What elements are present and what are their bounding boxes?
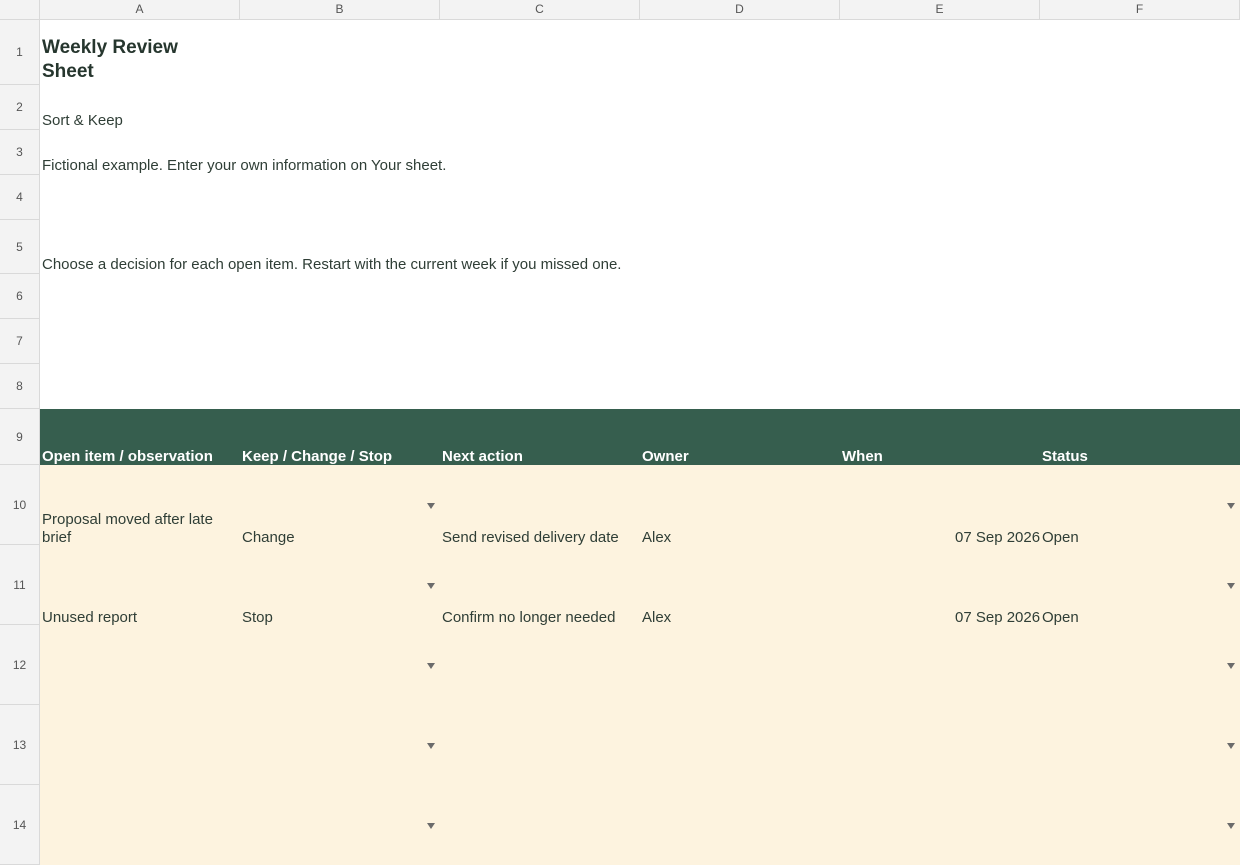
column-header-b[interactable]: B: [240, 0, 440, 20]
header-next-action[interactable]: Next action: [442, 448, 523, 465]
when-cell-row-1[interactable]: 07 Sep 2026: [955, 529, 1040, 547]
status-dropdown-chevron-down-icon[interactable]: [1227, 743, 1235, 749]
row-header-4[interactable]: 4: [0, 175, 40, 220]
header-open-item[interactable]: Open item / observation: [42, 448, 213, 465]
status-dropdown-chevron-down-icon[interactable]: [1227, 503, 1235, 509]
decision-cell-row-2[interactable]: Stop: [242, 609, 273, 627]
column-header-d[interactable]: D: [640, 0, 840, 20]
row-header-6[interactable]: 6: [0, 274, 40, 319]
row-header-11[interactable]: 11: [0, 545, 40, 625]
select-all-corner[interactable]: [0, 0, 40, 20]
row-header-14[interactable]: 14: [0, 785, 40, 865]
status-dropdown-chevron-down-icon[interactable]: [1227, 583, 1235, 589]
row-header-1[interactable]: 1: [0, 20, 40, 85]
note-cell[interactable]: Fictional example. Enter your own inform…: [40, 157, 446, 174]
owner-cell-row-2[interactable]: Alex: [642, 609, 671, 627]
sheet-title-line-1: Weekly Review: [42, 37, 178, 58]
when-cell-row-2[interactable]: 07 Sep 2026: [955, 609, 1040, 627]
status-dropdown-chevron-down-icon[interactable]: [1227, 663, 1235, 669]
row-header-3[interactable]: 3: [0, 130, 40, 175]
item-cell-row-1[interactable]: Proposal moved after late brief: [42, 511, 213, 547]
subtitle-cell[interactable]: Sort & Keep: [40, 112, 123, 129]
row-header-10[interactable]: 10: [0, 465, 40, 545]
decision-dropdown-chevron-down-icon[interactable]: [427, 823, 435, 829]
row-header-8[interactable]: 8: [0, 364, 40, 409]
column-header-a[interactable]: A: [40, 0, 240, 20]
column-header-e[interactable]: E: [840, 0, 1040, 20]
decision-dropdown-chevron-down-icon[interactable]: [427, 663, 435, 669]
row-header-2[interactable]: 2: [0, 85, 40, 130]
header-status[interactable]: Status: [1042, 448, 1088, 465]
table-body: [40, 465, 1240, 865]
row-header-5[interactable]: 5: [0, 220, 40, 274]
decision-cell-row-1[interactable]: Change: [242, 529, 295, 547]
item-text-line-1: Proposal moved after late: [42, 511, 213, 528]
decision-dropdown-chevron-down-icon[interactable]: [427, 583, 435, 589]
column-header-c[interactable]: C: [440, 0, 640, 20]
header-decision[interactable]: Keep / Change / Stop: [242, 448, 392, 465]
row-header-7[interactable]: 7: [0, 319, 40, 364]
item-text-line-2: brief: [42, 529, 72, 546]
decision-dropdown-chevron-down-icon[interactable]: [427, 503, 435, 509]
action-cell-row-2[interactable]: Confirm no longer needed: [442, 609, 615, 627]
status-cell-row-2[interactable]: Open: [1042, 609, 1079, 627]
action-cell-row-1[interactable]: Send revised delivery date: [442, 529, 619, 547]
decision-dropdown-chevron-down-icon[interactable]: [427, 743, 435, 749]
column-header-f[interactable]: F: [1040, 0, 1240, 20]
row-header-12[interactable]: 12: [0, 625, 40, 705]
sheet-title[interactable]: Weekly Review Sheet: [42, 36, 242, 84]
row-header-9[interactable]: 9: [0, 409, 40, 465]
instruction-cell[interactable]: Choose a decision for each open item. Re…: [40, 256, 621, 273]
item-cell-row-2[interactable]: Unused report: [42, 609, 137, 627]
sheet-title-line-2: Sheet: [42, 61, 94, 82]
owner-cell-row-1[interactable]: Alex: [642, 529, 671, 547]
header-owner[interactable]: Owner: [642, 448, 689, 465]
status-dropdown-chevron-down-icon[interactable]: [1227, 823, 1235, 829]
header-when[interactable]: When: [842, 448, 883, 465]
row-header-13[interactable]: 13: [0, 705, 40, 785]
status-cell-row-1[interactable]: Open: [1042, 529, 1079, 547]
